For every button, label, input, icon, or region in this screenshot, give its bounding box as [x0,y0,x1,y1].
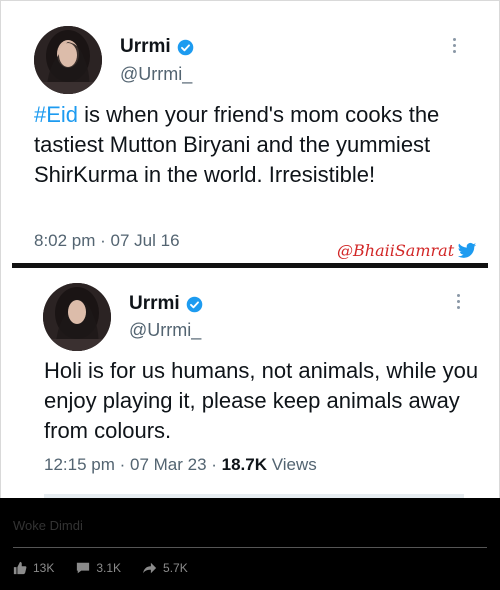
footer-divider [13,547,487,548]
avatar[interactable] [34,26,102,94]
avatar-photo-icon [34,26,102,94]
views-label: Views [267,455,317,474]
watermark: @BhaiiSamrat [337,241,477,260]
thumbs-up-icon [13,561,27,575]
tweet-body: is when your friend's mom cooks the tast… [34,102,440,187]
tweet-text: #Eid is when your friend's mom cooks the… [34,100,474,190]
views-count: 18.7K [221,455,268,474]
verified-badge-icon [186,296,202,312]
more-options-icon[interactable] [455,294,461,309]
post-stats: 13K 3.1K 5.7K [13,561,188,575]
share-button[interactable]: 5.7K [143,561,188,575]
tweet-card-holi[interactable]: Urrmi @Urrmi_ Holi is for us humans, not… [12,272,488,500]
author-name[interactable]: Urrmi [129,293,180,315]
twitter-bird-icon [457,242,477,258]
avatar[interactable] [43,283,111,351]
author-name[interactable]: Urrmi [120,36,171,58]
tweet-text: Holi is for us humans, not animals, whil… [44,358,479,443]
author-handle[interactable]: @Urrmi_ [129,320,201,341]
post-title: Woke Dimdi [13,518,83,533]
tweet-card-eid[interactable]: Urrmi @Urrmi_ #Eid is when your friend's… [12,8,488,263]
tweet-timestamp[interactable]: 8:02 pm · 07 Jul 16 [34,231,180,251]
author-row[interactable]: Urrmi [120,36,194,58]
more-options-icon[interactable] [451,38,457,53]
comment-button[interactable]: 3.1K [76,561,121,575]
share-count: 5.7K [163,561,188,575]
watermark-text: @BhaiiSamrat [337,241,455,260]
tweet-timestamp[interactable]: 12:15 pm · 07 Mar 23 · [44,455,222,474]
tweet-divider [12,263,488,268]
verified-badge-icon [177,39,193,55]
hashtag-link[interactable]: #Eid [34,102,78,127]
share-arrow-icon [143,562,157,574]
author-row[interactable]: Urrmi [129,293,203,315]
tweet-meta[interactable]: 12:15 pm · 07 Mar 23 · 18.7K Views [44,455,317,475]
post-footer: Woke Dimdi 13K 3.1K 5.7K [0,498,500,590]
comment-icon [77,562,90,574]
author-handle[interactable]: @Urrmi_ [120,64,192,85]
avatar-photo-icon [43,283,111,351]
like-count: 13K [33,561,55,575]
like-button[interactable]: 13K [13,561,54,575]
comment-count: 3.1K [96,561,122,575]
